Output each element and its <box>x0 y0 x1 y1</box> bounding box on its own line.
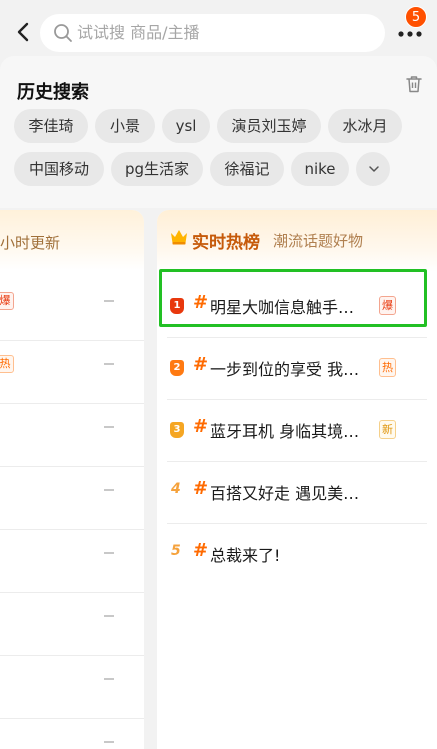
history-chip[interactable]: nike <box>291 152 349 186</box>
hourly-ranking-card[interactable]: 小时更新 爆 热 <box>0 210 144 749</box>
trash-icon <box>406 76 422 93</box>
history-chip[interactable]: 水冰月 <box>328 109 402 143</box>
hashtag-icon: # <box>193 540 209 561</box>
list-item[interactable]: 爆 <box>0 278 144 341</box>
chevron-down-icon <box>369 166 379 172</box>
ranking-item[interactable]: 4 # 百搭又好走 遇见美… <box>167 462 427 524</box>
hot-tag: 热 <box>379 358 396 377</box>
list-item[interactable] <box>0 530 144 593</box>
history-panel: 历史搜索 李佳琦 小景 ysl 演员刘玉婷 水冰月 中国移动 pg生活家 徐福记… <box>0 56 437 208</box>
trend-dash <box>104 615 114 617</box>
history-chip[interactable]: 李佳琦 <box>14 109 88 143</box>
search-input[interactable]: 试试搜 商品/主播 <box>40 14 385 52</box>
selection-highlight <box>159 269 427 327</box>
history-chip[interactable]: 徐福记 <box>210 152 284 186</box>
history-chip[interactable]: ysl <box>162 109 210 143</box>
ranking-item[interactable]: 5 # 总裁来了! <box>167 524 427 586</box>
trend-dash <box>104 741 114 743</box>
list-item[interactable] <box>0 719 144 749</box>
ranking-item-title: 总裁来了! <box>210 546 281 565</box>
boom-tag: 爆 <box>0 292 14 310</box>
realtime-ranking-title: 实时热榜 <box>192 233 260 253</box>
hashtag-icon: # <box>193 478 209 499</box>
hot-tag: 热 <box>0 355 14 373</box>
hashtag-icon: # <box>193 416 209 437</box>
trend-dash <box>104 363 114 365</box>
trend-dash <box>104 300 114 302</box>
history-chip[interactable]: 小景 <box>95 109 155 143</box>
rank-badge: 2 <box>170 360 184 376</box>
ranking-item[interactable]: 2 # 一步到位的享受 我… 热 <box>167 338 427 400</box>
list-item[interactable] <box>0 593 144 656</box>
realtime-ranking-subtitle: 潮流话题好物 <box>273 232 364 250</box>
trend-dash <box>104 552 114 554</box>
hashtag-icon: # <box>193 354 209 375</box>
clear-history-button[interactable] <box>404 74 424 94</box>
rank-number: 4 <box>171 481 181 497</box>
rank-number: 5 <box>171 543 181 559</box>
list-item[interactable] <box>0 656 144 719</box>
trend-dash <box>104 678 114 680</box>
trend-dash <box>104 489 114 491</box>
history-chip[interactable]: 中国移动 <box>14 152 104 186</box>
ranking-item[interactable]: 3 # 蓝牙耳机 身临其境… 新 <box>167 400 427 462</box>
history-chip[interactable]: pg生活家 <box>111 152 203 186</box>
back-button[interactable] <box>12 20 36 44</box>
chevron-left-icon <box>17 22 29 42</box>
crown-icon <box>171 230 187 245</box>
expand-history-button[interactable] <box>356 152 390 186</box>
search-icon <box>54 24 72 42</box>
list-item[interactable] <box>0 404 144 467</box>
hourly-ranking-title: 小时更新 <box>0 234 61 252</box>
ranking-item-title: 蓝牙耳机 身临其境… <box>210 422 360 441</box>
history-chip[interactable]: 演员刘玉婷 <box>217 109 321 143</box>
new-tag: 新 <box>379 420 396 439</box>
history-title: 历史搜索 <box>17 82 89 103</box>
notification-badge: 5 <box>405 6 427 28</box>
ranking-item-title: 一步到位的享受 我… <box>210 360 360 379</box>
top-bar: 试试搜 商品/主播 5 <box>0 0 437 62</box>
ranking-item-title: 百搭又好走 遇见美… <box>210 484 360 503</box>
search-placeholder: 试试搜 商品/主播 <box>77 23 200 42</box>
list-item[interactable] <box>0 467 144 530</box>
rank-badge: 3 <box>170 422 184 438</box>
list-item[interactable]: 热 <box>0 341 144 404</box>
trend-dash <box>104 426 114 428</box>
